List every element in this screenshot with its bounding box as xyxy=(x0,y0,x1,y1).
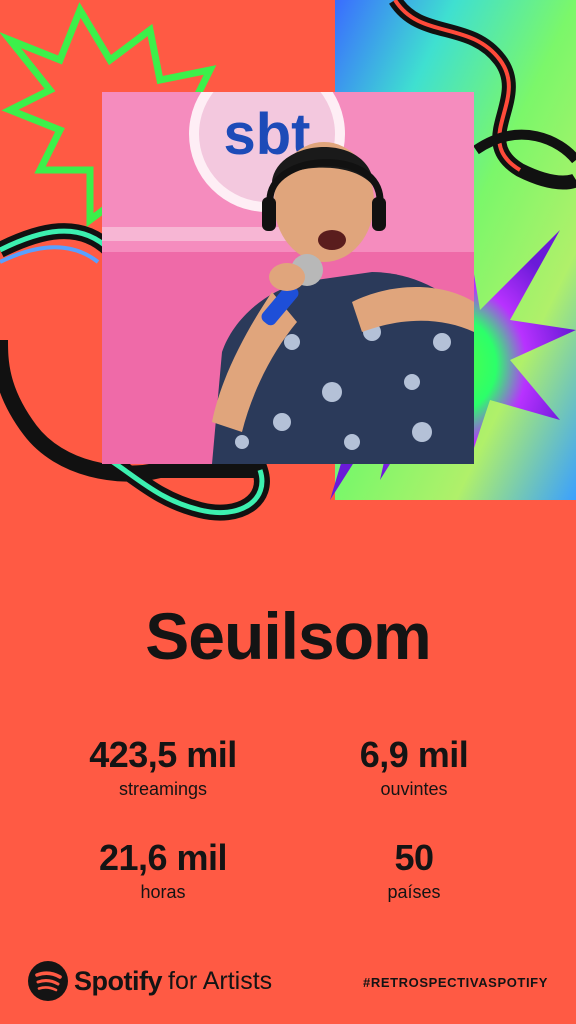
spotify-for-artists-logo: Spotify for Artists xyxy=(28,961,272,1001)
artist-photo: sbt xyxy=(102,92,474,464)
stat-value: 6,9 mil xyxy=(359,734,469,775)
wrapped-card: sbt Seuilsom 423,5 mil streamings 6,9 mi… xyxy=(0,0,576,1024)
hashtag: #RETROSPECTIVASPOTIFY xyxy=(363,975,548,990)
brand-word: Spotify xyxy=(74,965,163,996)
brand-suffix: for Artists xyxy=(168,966,273,995)
stat-label: streamings xyxy=(118,779,208,799)
stat-label: países xyxy=(387,882,441,902)
stat-label: ouvintes xyxy=(380,779,448,799)
stat-value: 423,5 mil xyxy=(89,734,237,775)
stat-label: horas xyxy=(140,882,186,902)
stat-streamings: 423,5 mil streamings xyxy=(38,735,288,800)
stat-countries: 50 países xyxy=(289,838,539,903)
footer: Spotify for Artists #RETROSPECTIVASPOTIF… xyxy=(0,955,576,1005)
stat-value: 21,6 mil xyxy=(98,837,228,878)
artist-name: Seuilsom xyxy=(145,599,431,673)
spotify-logo-icon xyxy=(28,961,68,1001)
stat-hours: 21,6 mil horas xyxy=(38,838,288,903)
stat-listeners: 6,9 mil ouvintes xyxy=(289,735,539,800)
stat-value: 50 xyxy=(394,837,434,878)
